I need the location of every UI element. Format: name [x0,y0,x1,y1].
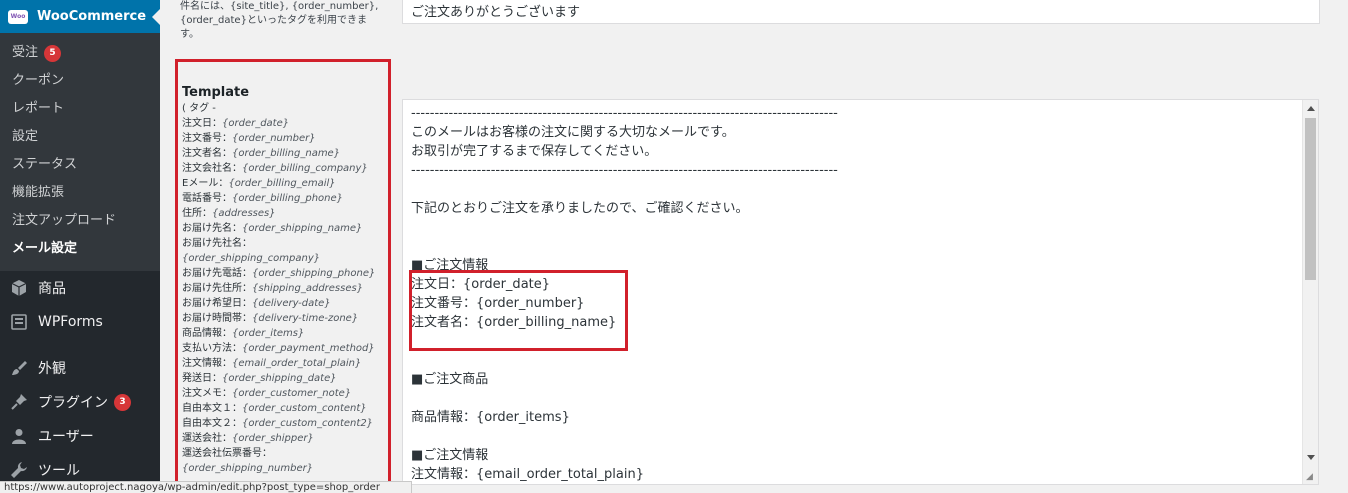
submenu-order-upload[interactable]: 注文アップロード [0,207,160,235]
submenu-status[interactable]: ステータス [0,151,160,179]
submenu-settings[interactable]: 設定 [0,123,160,151]
template-body-line [411,218,1291,237]
menu-plugins[interactable]: プラグイン 3 [0,385,160,419]
menu-wpforms[interactable]: WPForms [0,305,160,339]
forms-icon [9,312,29,332]
order-info-highlight-box [409,270,628,351]
template-body-line: ■ご注文情報 [411,448,489,463]
template-body-line [411,389,1291,408]
user-icon [9,426,29,446]
menu-label: 商品 [38,281,66,297]
subject-description-line: {order_date}といったタグを利用できま [180,15,367,26]
orders-count-badge: 5 [44,44,62,62]
template-body-line: 下記のとおりご注文を承りましたので、ご確認ください。 [411,201,749,216]
menu-appearance[interactable]: 外観 [0,351,160,385]
box-icon [9,278,29,298]
submenu-extensions[interactable]: 機能拡張 [0,179,160,207]
plugins-update-badge: 3 [114,393,131,411]
template-body-line [411,237,1291,256]
submenu-reports[interactable]: レポート [0,95,160,123]
woocommerce-submenu: 受注 5 クーポン レポート 設定 ステータス 機能拡張 注文アップロード メール… [0,33,160,271]
menu-label: 外観 [38,361,66,377]
resize-handle-icon[interactable]: ◢ [1306,472,1316,482]
submenu-label: 受注 [12,45,39,60]
template-body-line: 商品情報：{order_items} [411,410,570,425]
template-body-line: ■ご注文商品 [411,372,489,387]
woocommerce-menu-label: WooCommerce [37,9,147,24]
woocommerce-icon: Woo [8,9,28,24]
template-body-line: ----------------------------------------… [411,106,838,121]
menu-products[interactable]: 商品 [0,271,160,305]
template-body-line: ----------------------------------------… [411,163,838,178]
wrench-icon [9,460,29,480]
template-label-highlight-box [175,59,391,489]
submenu-orders[interactable]: 受注 5 [0,39,160,67]
menu-label: ツール [38,463,80,479]
template-body-line [411,427,1291,446]
scroll-down-icon[interactable] [1307,455,1315,460]
menu-label: プラグイン [38,395,108,411]
template-body-line: このメールはお客様の注文に関する大切なメールです。 [411,125,735,140]
woocommerce-menu[interactable]: Woo WooCommerce [0,0,160,33]
menu-label: WPForms [38,314,103,330]
template-body-line [411,351,1291,370]
browser-status-url: https://www.autoproject.nagoya/wp-admin/… [0,481,412,493]
brush-icon [9,358,29,378]
plugin-icon [9,392,29,412]
admin-sidebar: Woo WooCommerce 受注 5 クーポン レポート 設定 ステータス 機… [0,0,160,493]
scroll-up-icon[interactable] [1307,106,1315,111]
template-body-line [411,180,1291,199]
submenu-coupons[interactable]: クーポン [0,67,160,95]
template-body-line: 注文情報：{email_order_total_plain} [411,467,644,482]
template-body-line: お取引が完了するまで保存してください。 [411,144,658,159]
current-menu-arrow-icon [152,9,160,25]
subject-description-line: す。 [180,29,199,40]
menu-users[interactable]: ユーザー [0,419,160,453]
scroll-thumb[interactable] [1305,118,1316,280]
subject-description-line: 件名には、{site_title}, {order_number}, [180,1,379,12]
admin-menu: 商品 WPForms 外観 プラグイン 3 ユーザー ツール [0,271,160,487]
textarea-scrollbar[interactable] [1302,100,1318,484]
submenu-mail-settings[interactable]: メール設定 [0,235,160,263]
menu-label: ユーザー [38,429,94,445]
subject-description: 件名には、{site_title}, {order_number}, {orde… [180,0,390,42]
subject-input[interactable]: ご注文ありがとうございます [402,0,1320,24]
